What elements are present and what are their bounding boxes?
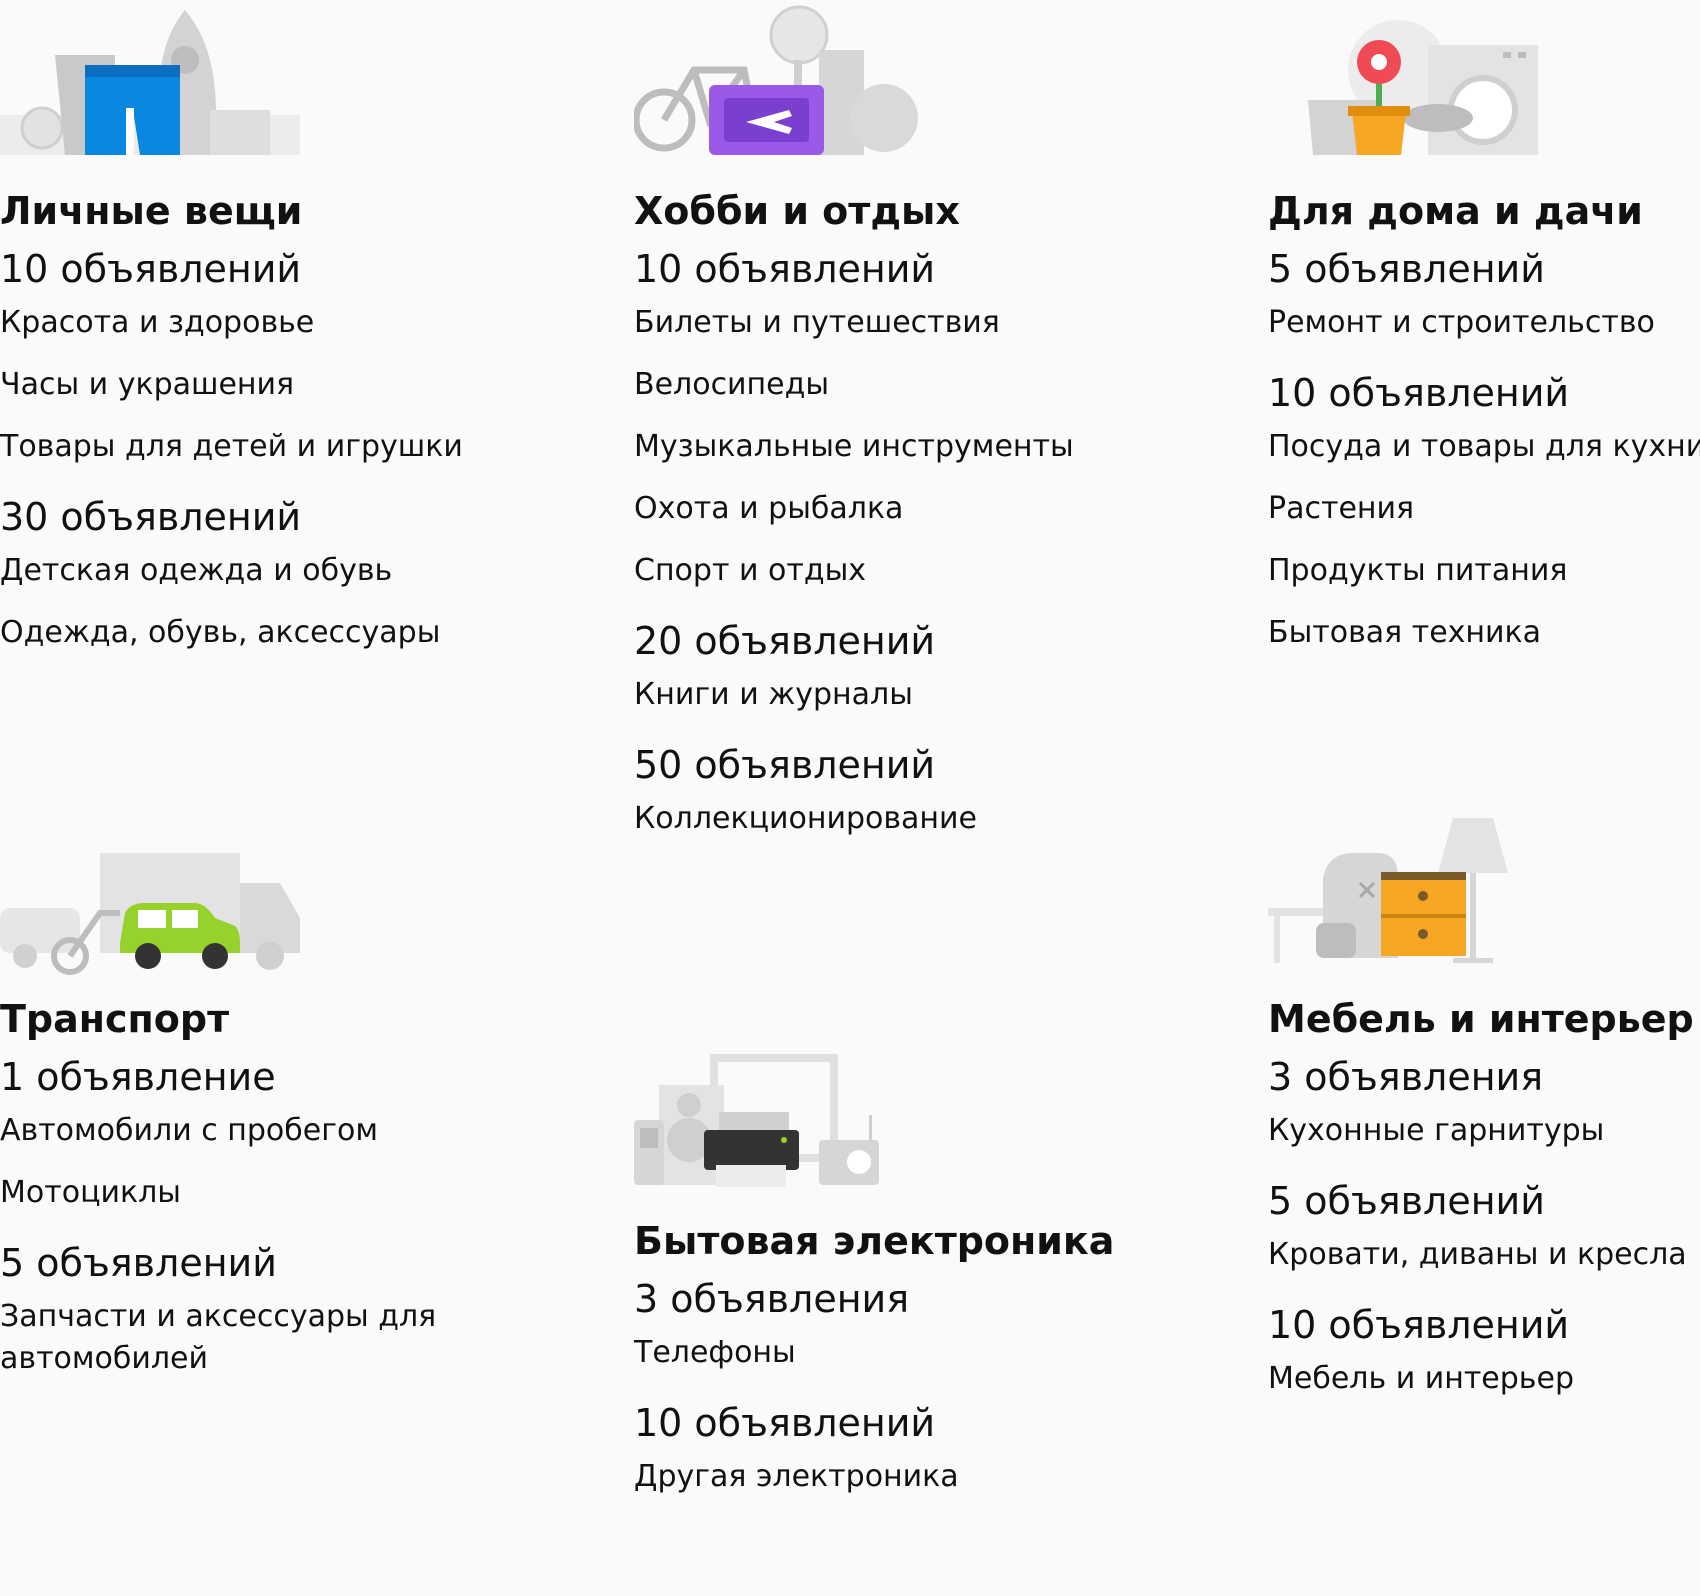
listing-group: 3 объявления Телефоны xyxy=(634,1274,1194,1374)
listing-group: 20 объявлений Книги и журналы xyxy=(634,616,1194,716)
listing-group: 1 объявление Автомобили с пробегом Мотоц… xyxy=(0,1052,560,1214)
category-electronics: Бытовая электроника 3 объявления Телефон… xyxy=(634,1030,1194,1522)
listing-count: 3 объявления xyxy=(634,1277,910,1321)
listing-group: 3 объявления Кухонные гарнитуры xyxy=(1268,1052,1700,1152)
subcategory-link[interactable]: Автомобили с пробегом xyxy=(0,1110,560,1152)
subcategory-link[interactable]: Телефоны xyxy=(634,1332,1194,1374)
category-title[interactable]: Бытовая электроника xyxy=(634,1218,1194,1264)
subcategory-link[interactable]: Охота и рыбалка xyxy=(634,488,1194,530)
listing-count: 10 объявлений xyxy=(0,247,302,291)
subcategory-link[interactable]: Товары для детей и игрушки xyxy=(0,426,560,468)
listing-group: 30 объявлений Детская одежда и обувь Оде… xyxy=(0,492,560,654)
listing-count: 1 объявление xyxy=(0,1055,276,1099)
subcategory-link[interactable]: Коллекционирование xyxy=(634,798,1194,840)
listing-group: 5 объявлений Ремонт и строительство xyxy=(1268,244,1700,344)
electronics-icon xyxy=(634,1054,879,1187)
subcategory-link[interactable]: Запчасти и аксессуары для автомобилей xyxy=(0,1296,450,1380)
subcategory-link[interactable]: Спорт и отдых xyxy=(634,550,1194,592)
category-transport: Транспорт 1 объявление Автомобили с проб… xyxy=(0,808,560,1404)
category-title[interactable]: Личные вещи xyxy=(0,188,560,234)
hobby-icon xyxy=(634,5,918,155)
category-furniture: Мебель и интерьер 3 объявления Кухонные … xyxy=(1268,808,1700,1424)
furniture-icon xyxy=(1268,818,1508,963)
subcategory-link[interactable]: Кровати, диваны и кресла xyxy=(1268,1234,1700,1276)
listing-count: 50 объявлений xyxy=(634,743,936,787)
category-title[interactable]: Мебель и интерьер xyxy=(1268,996,1700,1042)
listing-group: 10 объявлений Другая электроника xyxy=(634,1398,1194,1498)
personal-items-icon xyxy=(0,10,300,155)
subcategory-link[interactable]: Музыкальные инструменты xyxy=(634,426,1194,468)
subcategory-link[interactable]: Растения xyxy=(1268,488,1700,530)
subcategory-link[interactable]: Кухонные гарнитуры xyxy=(1268,1110,1700,1152)
subcategory-link[interactable]: Продукты питания xyxy=(1268,550,1700,592)
subcategory-link[interactable]: Детская одежда и обувь xyxy=(0,550,560,592)
subcategory-link[interactable]: Часы и украшения xyxy=(0,364,560,406)
subcategory-link[interactable]: Посуда и товары для кухни xyxy=(1268,426,1700,468)
listing-group: 10 объявлений Красота и здоровье Часы и … xyxy=(0,244,560,468)
listing-count: 5 объявлений xyxy=(0,1241,277,1285)
listing-group: 10 объявлений Мебель и интерьер xyxy=(1268,1300,1700,1400)
listing-group: 5 объявлений Запчасти и аксессуары для а… xyxy=(0,1238,560,1380)
subcategory-link[interactable]: Билеты и путешествия xyxy=(634,302,1194,344)
category-title[interactable]: Транспорт xyxy=(0,996,560,1042)
subcategory-link[interactable]: Ремонт и строительство xyxy=(1268,302,1700,344)
category-personal-items: Личные вещи 10 объявлений Красота и здор… xyxy=(0,0,560,678)
listing-group: 10 объявлений Билеты и путешествия Велос… xyxy=(634,244,1194,592)
listing-count: 5 объявлений xyxy=(1268,247,1545,291)
listing-count: 10 объявлений xyxy=(1268,1303,1570,1347)
listing-count: 10 объявлений xyxy=(634,1401,936,1445)
category-hobby: Хобби и отдых 10 объявлений Билеты и пут… xyxy=(634,0,1194,864)
subcategory-link[interactable]: Велосипеды xyxy=(634,364,1194,406)
subcategory-link[interactable]: Мотоциклы xyxy=(0,1172,560,1214)
category-home-garden: Для дома и дачи 5 объявлений Ремонт и ст… xyxy=(1268,0,1700,678)
listing-group: 5 объявлений Кровати, диваны и кресла xyxy=(1268,1176,1700,1276)
listing-group: 10 объявлений Посуда и товары для кухни … xyxy=(1268,368,1700,654)
subcategory-link[interactable]: Красота и здоровье xyxy=(0,302,560,344)
subcategory-link[interactable]: Бытовая техника xyxy=(1268,612,1700,654)
listing-count: 30 объявлений xyxy=(0,495,302,539)
listing-count: 10 объявлений xyxy=(1268,371,1570,415)
subcategory-link[interactable]: Мебель и интерьер xyxy=(1268,1358,1700,1400)
category-title[interactable]: Хобби и отдых xyxy=(634,188,1194,234)
listing-group: 50 объявлений Коллекционирование xyxy=(634,740,1194,840)
listing-count: 5 объявлений xyxy=(1268,1179,1545,1223)
home-garden-icon xyxy=(1308,20,1538,155)
listing-count: 3 объявления xyxy=(1268,1055,1544,1099)
listing-count: 10 объявлений xyxy=(634,247,936,291)
transport-icon xyxy=(0,853,300,975)
category-title[interactable]: Для дома и дачи xyxy=(1268,188,1700,234)
listing-count: 20 объявлений xyxy=(634,619,936,663)
subcategory-link[interactable]: Одежда, обувь, аксессуары xyxy=(0,612,560,654)
subcategory-link[interactable]: Другая электроника xyxy=(634,1456,1194,1498)
subcategory-link[interactable]: Книги и журналы xyxy=(634,674,1194,716)
